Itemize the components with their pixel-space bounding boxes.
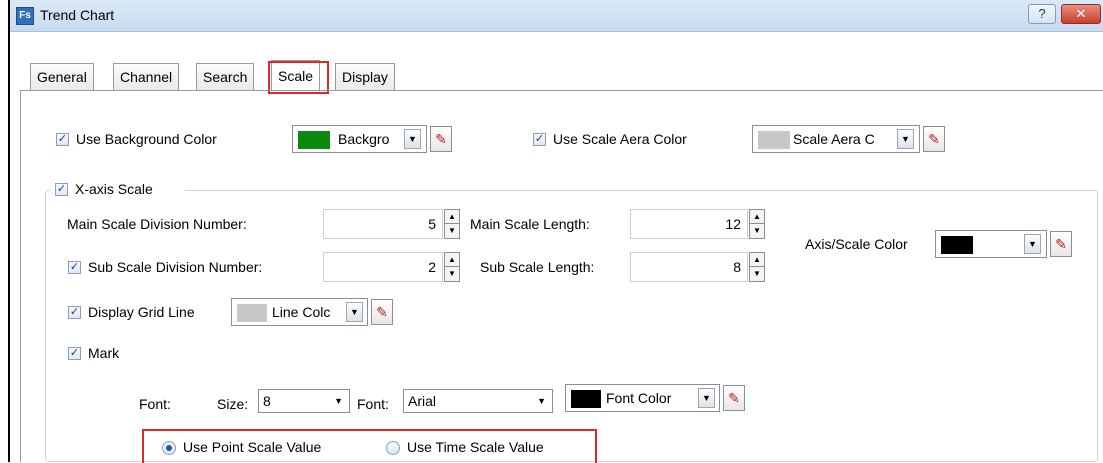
window-title: Trend Chart — [40, 7, 115, 23]
sub-scale-length-input[interactable]: 8 — [630, 252, 748, 282]
sub-scale-length-label: Sub Scale Length: — [480, 259, 595, 275]
size-label: Size: — [217, 396, 249, 412]
grid-line-color-swatch — [237, 304, 267, 322]
spin-up-icon[interactable]: ▲ — [750, 253, 764, 267]
use-background-color-checkbox[interactable]: ✓ — [56, 133, 69, 146]
color-picker-icon[interactable]: ✎ — [371, 299, 393, 325]
x-axis-scale-label: X-axis Scale — [75, 181, 153, 197]
mark-checkbox[interactable]: ✓ — [68, 347, 81, 360]
close-button[interactable]: ✕ — [1061, 4, 1101, 24]
scale-area-color-combo-text: Scale Aera C — [793, 131, 875, 147]
x-axis-scale-checkbox[interactable]: ✓ — [55, 183, 68, 196]
chevron-down-icon[interactable]: ▼ — [1024, 234, 1041, 254]
chevron-down-icon[interactable]: ▼ — [404, 129, 421, 149]
use-point-scale-label: Use Point Scale Value — [183, 439, 322, 455]
font-name-value: Arial — [408, 393, 437, 409]
mark-label: Mark — [88, 345, 120, 361]
use-point-scale-radio[interactable] — [162, 441, 176, 455]
tab-search[interactable]: Search — [196, 63, 255, 91]
main-scale-division-input[interactable]: 5 — [323, 209, 443, 239]
spin-up-icon[interactable]: ▲ — [750, 210, 764, 224]
scale-area-color-swatch — [758, 131, 790, 149]
spin-down-icon[interactable]: ▼ — [445, 224, 459, 238]
background-color-swatch — [298, 131, 330, 149]
grid-line-combo-text: Line Colc — [272, 304, 331, 320]
tab-display[interactable]: Display — [335, 63, 395, 91]
chevron-down-icon[interactable]: ▼ — [537, 390, 546, 412]
sub-scale-division-input[interactable]: 2 — [323, 252, 443, 282]
main-scale-division-label: Main Scale Division Number: — [67, 216, 247, 232]
color-picker-icon[interactable]: ✎ — [723, 385, 745, 411]
use-background-color-label: Use Background Color — [76, 131, 217, 147]
tab-general[interactable]: General — [30, 63, 94, 91]
spin-up-icon[interactable]: ▲ — [445, 253, 459, 267]
font-color-swatch — [571, 390, 601, 408]
sub-scale-division-spinner[interactable]: ▲ ▼ — [444, 252, 460, 282]
chevron-down-icon[interactable]: ▼ — [897, 129, 914, 149]
use-time-scale-label: Use Time Scale Value — [407, 439, 544, 455]
font-label: Font: — [139, 396, 171, 412]
sub-scale-division-label: Sub Scale Division Number: — [88, 259, 263, 275]
font-color-combo-text: Font Color — [606, 390, 672, 406]
color-picker-icon[interactable]: ✎ — [430, 126, 452, 152]
font-color-combo[interactable]: Font Color ▼ — [565, 384, 720, 412]
chevron-down-icon[interactable]: ▼ — [346, 302, 363, 322]
use-time-scale-radio[interactable] — [386, 441, 400, 455]
help-button[interactable]: ? — [1028, 4, 1056, 24]
scale-area-color-combo[interactable]: Scale Aera C ▼ — [752, 125, 920, 153]
axis-scale-color-label: Axis/Scale Color — [805, 236, 908, 252]
background-color-combo[interactable]: Backgro ▼ — [292, 125, 427, 153]
main-scale-length-input[interactable]: 12 — [630, 209, 748, 239]
font-size-select[interactable]: 8 ▼ — [258, 389, 350, 413]
title-bar: Fs Trend Chart ? ✕ — [10, 0, 1103, 32]
color-picker-icon[interactable]: ✎ — [1050, 231, 1072, 257]
main-scale-length-spinner[interactable]: ▲ ▼ — [749, 209, 765, 239]
spin-down-icon[interactable]: ▼ — [445, 267, 459, 281]
font-name-label: Font: — [357, 396, 389, 412]
color-picker-icon[interactable]: ✎ — [923, 126, 945, 152]
tab-channel[interactable]: Channel — [113, 63, 180, 91]
main-scale-length-label: Main Scale Length: — [470, 216, 590, 232]
chevron-down-icon[interactable]: ▼ — [334, 390, 343, 412]
spin-down-icon[interactable]: ▼ — [750, 267, 764, 281]
display-grid-line-label: Display Grid Line — [88, 304, 195, 320]
spin-down-icon[interactable]: ▼ — [750, 224, 764, 238]
chevron-down-icon[interactable]: ▼ — [698, 388, 715, 408]
use-scale-area-color-checkbox[interactable]: ✓ — [533, 133, 546, 146]
spin-up-icon[interactable]: ▲ — [445, 210, 459, 224]
font-size-value: 8 — [263, 393, 271, 409]
main-scale-division-spinner[interactable]: ▲ ▼ — [444, 209, 460, 239]
axis-scale-color-combo[interactable]: ▼ — [935, 230, 1047, 258]
sub-scale-division-checkbox[interactable]: ✓ — [68, 261, 81, 274]
grid-line-color-combo[interactable]: Line Colc ▼ — [231, 298, 368, 326]
sub-scale-length-spinner[interactable]: ▲ ▼ — [749, 252, 765, 282]
use-scale-area-color-label: Use Scale Aera Color — [553, 131, 687, 147]
app-icon: Fs — [16, 7, 34, 25]
background-color-combo-text: Backgro — [338, 131, 390, 147]
font-name-select[interactable]: Arial ▼ — [403, 389, 553, 413]
axis-scale-color-swatch — [941, 236, 973, 254]
display-grid-line-checkbox[interactable]: ✓ — [68, 306, 81, 319]
window-edge — [8, 0, 10, 462]
